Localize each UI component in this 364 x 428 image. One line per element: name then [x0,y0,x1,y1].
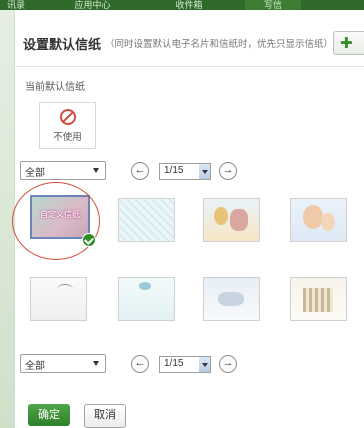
category-select-top[interactable]: 全部 [20,161,106,180]
current-default-box: 不使用 [39,102,96,149]
dialog-header: 设置默认信纸 （同时设置默认电子名片和信纸时，优先只显示信纸） ✚ [15,28,364,58]
cartoon-figure [214,207,228,225]
stationery-thumbnail-4[interactable] [290,198,347,242]
page-select-top[interactable]: 1/15 [159,163,211,180]
checkmark-icon [82,233,96,247]
stationery-thumbnail-6[interactable] [118,277,175,321]
stationery-thumbnail-3[interactable] [203,198,260,242]
divider [15,66,364,67]
confirm-button[interactable]: 确定 [28,404,70,426]
next-page-button[interactable]: → [219,355,237,373]
tab-compose[interactable]: 写信 [245,0,301,10]
prev-page-icon: ← [134,164,146,176]
dialog-note: （同时设置默认电子名片和信纸时，优先只显示信纸） [105,39,334,50]
page-number: 1/15 [164,358,184,369]
tab-app-center[interactable]: 应用中心 [50,0,135,10]
prev-page-icon: ← [134,357,146,369]
page-select-bottom[interactable]: 1/15 [159,356,211,373]
tab-inbox[interactable]: 收件箱 [155,0,223,10]
next-page-button[interactable]: → [219,162,237,180]
category-select-bottom[interactable]: 全部 [20,354,106,373]
selection-highlight-ring [12,182,100,260]
no-entry-icon [60,109,76,125]
dialog-title: 设置默认信纸 [23,37,102,52]
cartoon-face [321,213,335,231]
next-page-icon: → [222,164,234,176]
current-default-label: 当前默认信纸 [25,82,85,93]
stationery-thumbnail-5[interactable] [30,277,87,321]
decorative-bird [139,282,151,290]
category-select-value: 全部 [25,361,45,372]
next-page-icon: → [222,357,234,369]
current-default-value: 不使用 [53,132,82,143]
page-number: 1/15 [164,165,184,176]
stationery-thumbnail-7[interactable] [203,277,260,321]
prev-page-button[interactable]: ← [131,355,149,373]
add-stationery-button[interactable]: ✚ [333,31,364,55]
top-nav-bar: 讯录 应用中心 收件箱 写信 [0,0,364,10]
cartoon-figure [230,209,248,231]
chevron-down-icon [93,168,99,173]
decorative-horse [218,292,244,306]
chevron-down-icon [199,357,210,372]
cartoon-face [303,205,323,229]
chevron-down-icon [199,164,210,179]
chevron-down-icon [93,361,99,366]
category-select-value: 全部 [25,168,45,179]
decorative-building [303,288,333,312]
plus-icon: ✚ [340,35,353,52]
cancel-button[interactable]: 取消 [84,404,126,428]
stationery-thumbnail-2[interactable] [118,198,175,242]
decorative-sketch [57,284,73,295]
prev-page-button[interactable]: ← [131,162,149,180]
tab-contacts[interactable]: 讯录 [0,0,32,10]
stationery-thumbnail-8[interactable] [290,277,347,321]
